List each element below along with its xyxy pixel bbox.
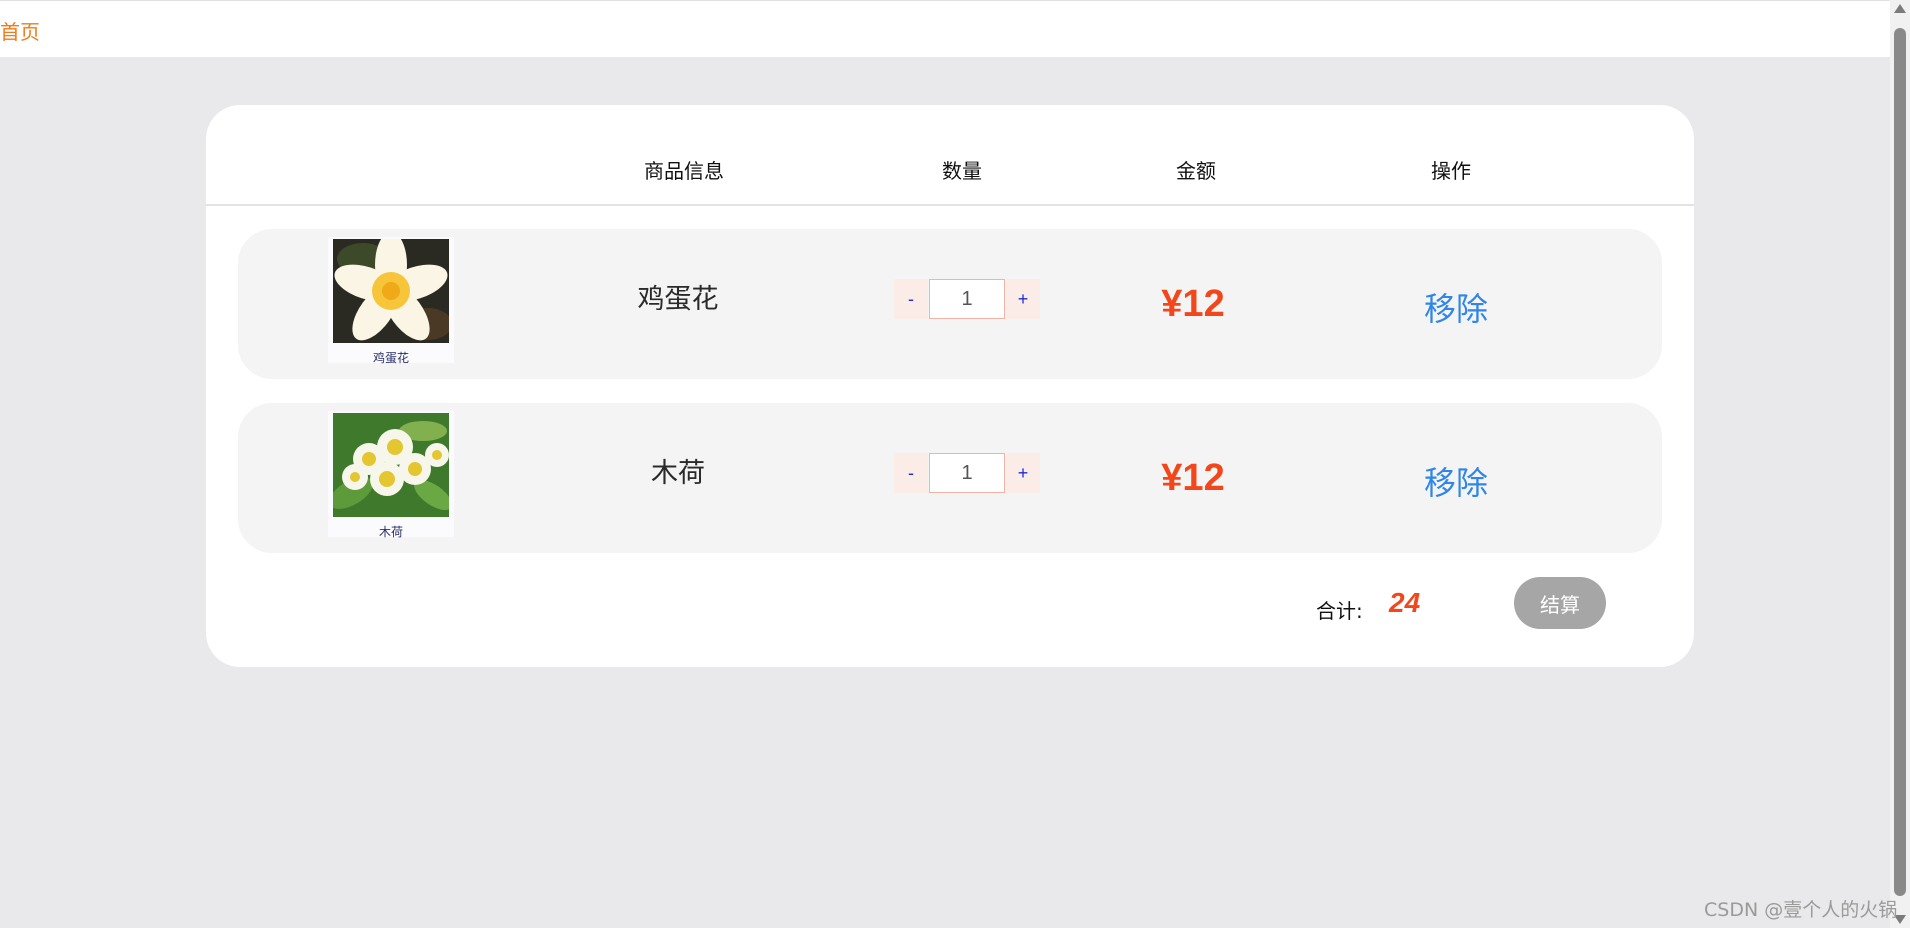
- remove-item-link[interactable]: 移除: [1424, 284, 1488, 330]
- product-image-caption: 木荷: [378, 525, 403, 539]
- column-header-quantity: 数量: [942, 159, 982, 183]
- top-nav-bar: 首页: [0, 0, 1890, 57]
- quantity-stepper: - +: [894, 279, 1042, 319]
- quantity-input[interactable]: [929, 279, 1005, 319]
- scroll-up-arrow-icon[interactable]: [1894, 4, 1906, 13]
- csdn-watermark: CSDN @壹个人的火锅: [1704, 899, 1898, 921]
- cart-table-header: 商品信息 数量 金额 操作: [206, 105, 1694, 206]
- quantity-stepper: - +: [894, 453, 1042, 493]
- total-label: 合计:: [1316, 599, 1363, 623]
- schima-flower-icon: [333, 413, 449, 517]
- decrease-quantity-button[interactable]: -: [894, 279, 928, 319]
- item-price: ¥12: [1161, 283, 1225, 325]
- product-name: 鸡蛋花: [637, 284, 719, 315]
- increase-quantity-button[interactable]: +: [1006, 453, 1040, 493]
- product-name: 木荷: [651, 458, 705, 489]
- cart-panel: 商品信息 数量 金额 操作 鸡蛋花 鸡蛋花 - 1 + ¥12 移除 木荷 木荷…: [206, 105, 1694, 667]
- item-price: ¥12: [1161, 457, 1225, 499]
- frangipani-flower-icon: [333, 239, 449, 343]
- column-header-amount: 金额: [1176, 159, 1216, 183]
- increase-quantity-button[interactable]: +: [1006, 279, 1040, 319]
- total-amount: 24: [1389, 587, 1421, 618]
- quantity-input[interactable]: [929, 453, 1005, 493]
- product-image-frangipani: 鸡蛋花: [328, 237, 454, 365]
- remove-item-link[interactable]: 移除: [1424, 458, 1488, 504]
- home-link[interactable]: 首页: [0, 16, 40, 45]
- column-header-actions: 操作: [1431, 159, 1471, 183]
- checkout-button[interactable]: 结算: [1514, 577, 1606, 629]
- vertical-scrollbar[interactable]: [1890, 0, 1910, 928]
- column-header-product-info: 商品信息: [644, 159, 724, 183]
- decrease-quantity-button[interactable]: -: [894, 453, 928, 493]
- cart-item-row: 鸡蛋花 鸡蛋花 - + ¥12 移除: [238, 229, 1662, 379]
- product-image-schima: 木荷: [328, 411, 454, 539]
- scrollbar-thumb[interactable]: [1894, 28, 1906, 896]
- product-image-caption: 鸡蛋花: [372, 351, 409, 365]
- cart-item-row: 木荷 木荷 - + ¥12 移除: [238, 403, 1662, 553]
